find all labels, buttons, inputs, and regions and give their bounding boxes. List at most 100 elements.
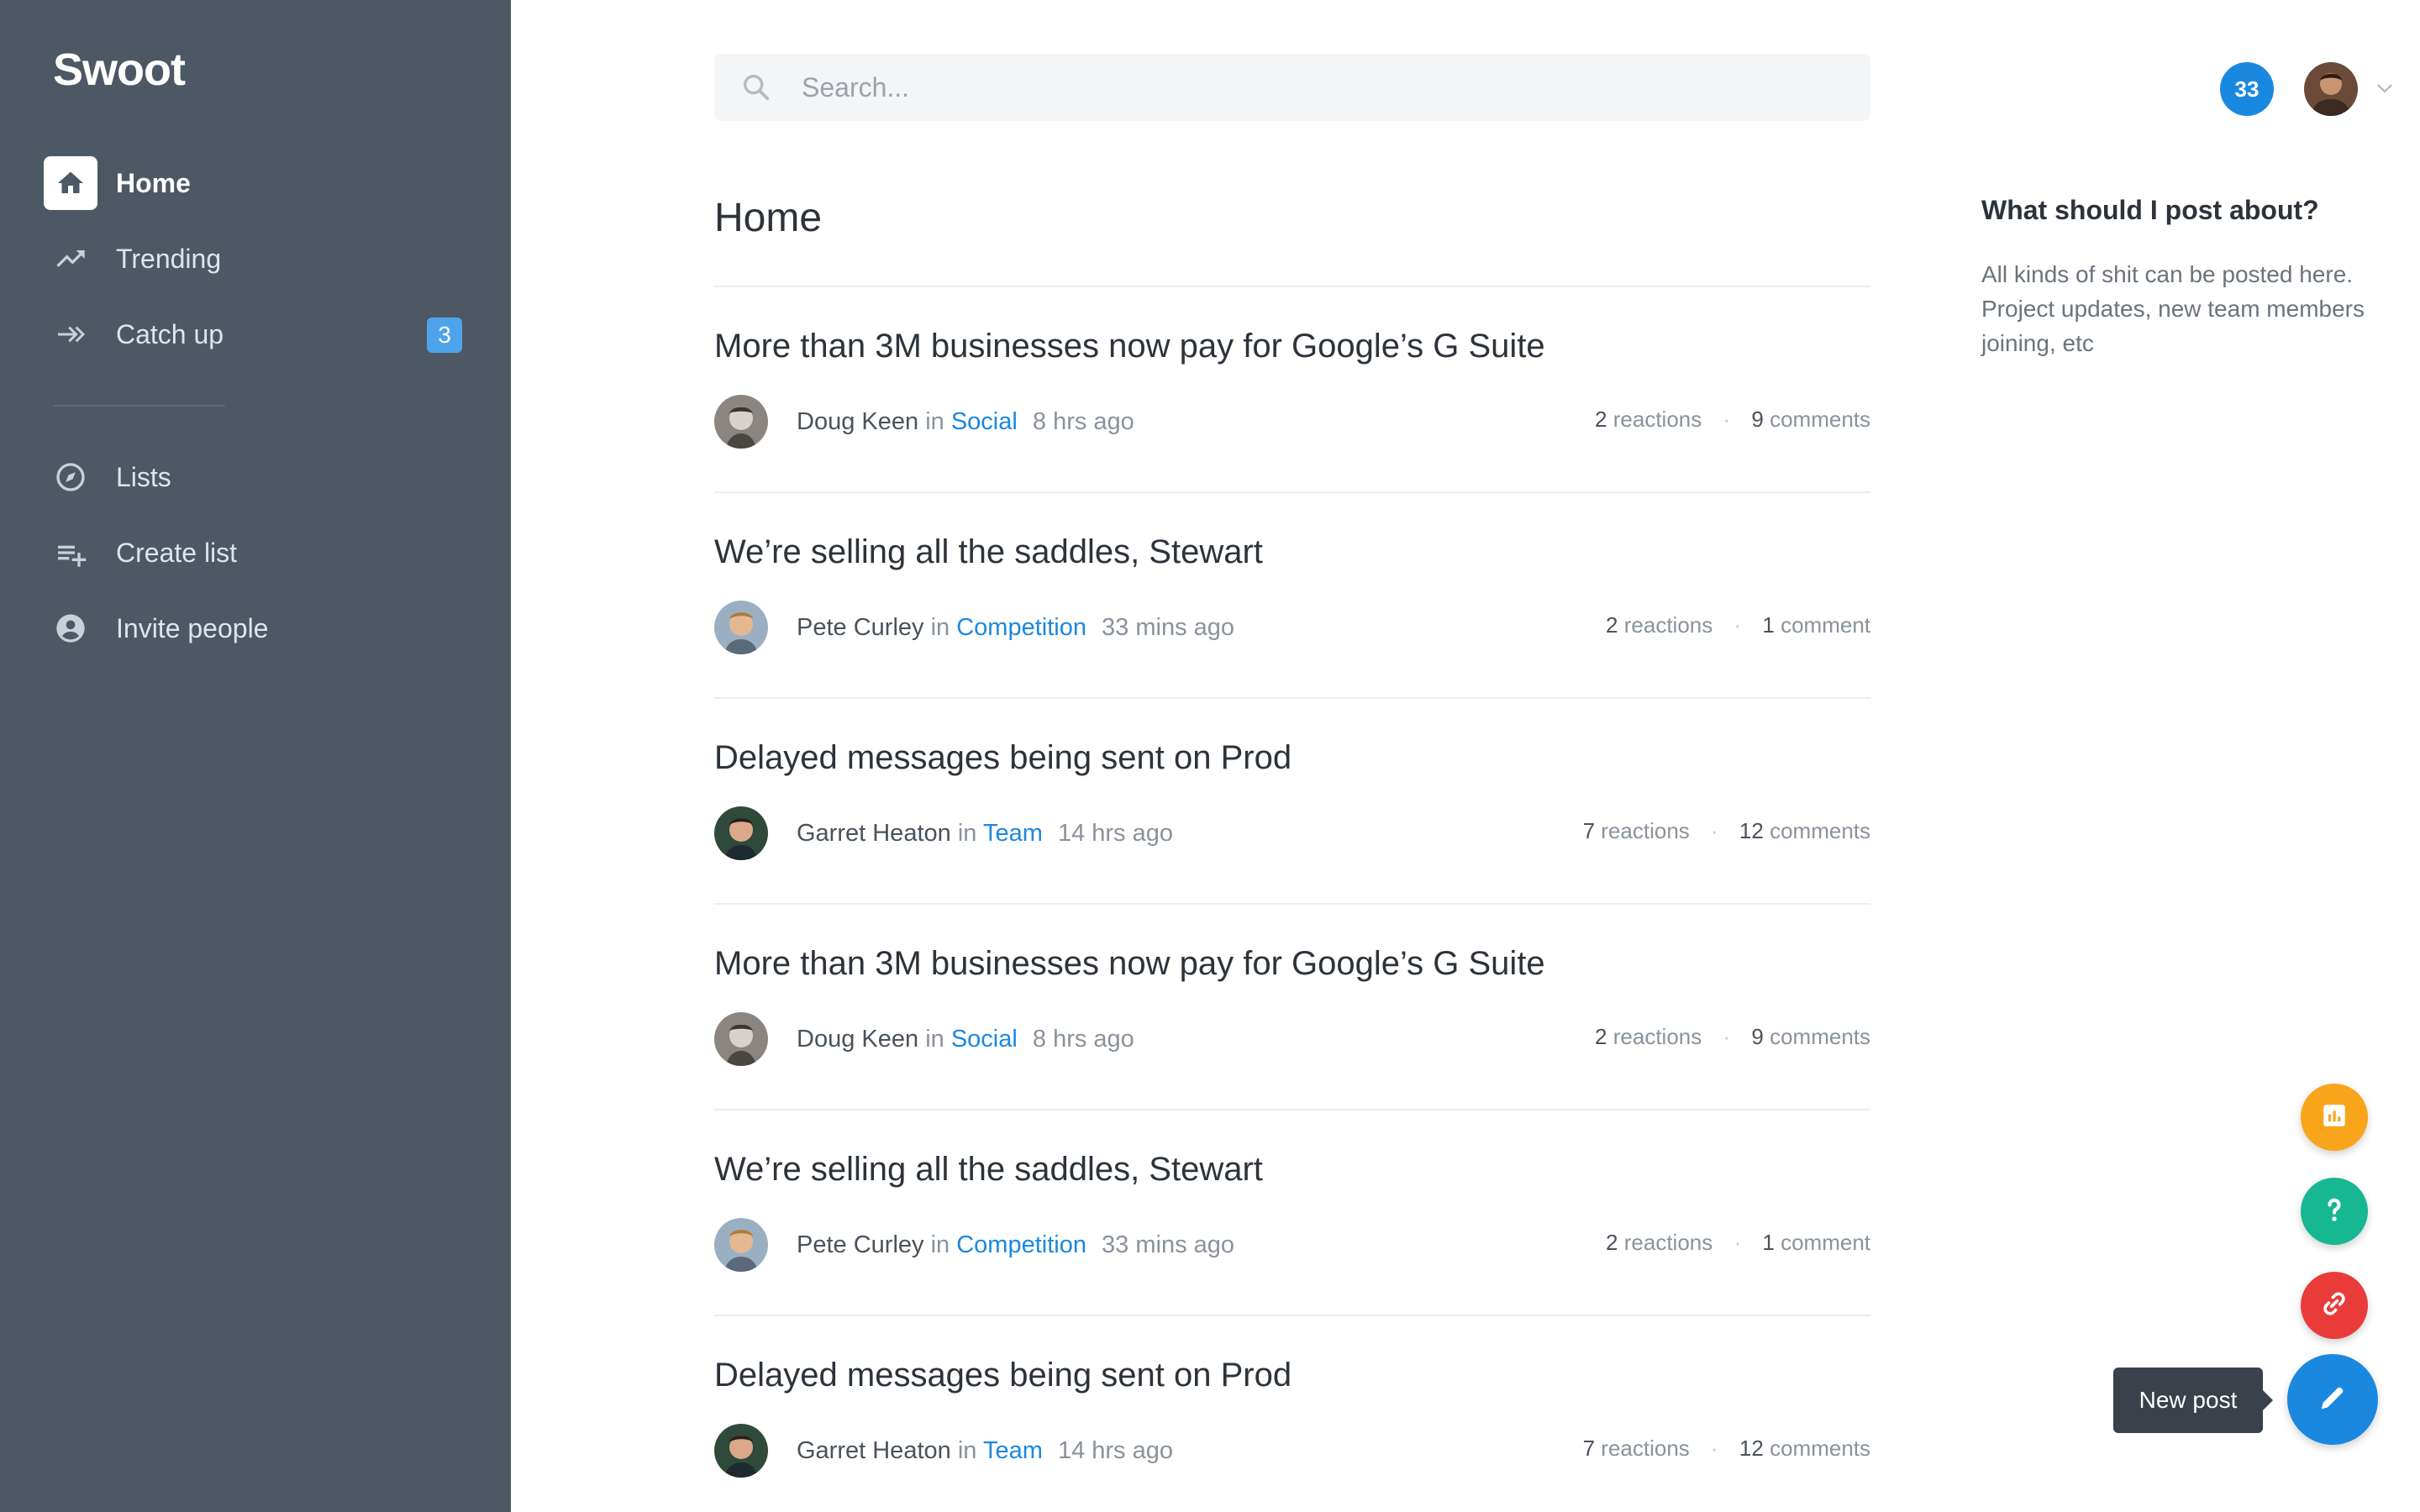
post-author[interactable]: Pete Curley [797, 1231, 924, 1258]
trending-icon [44, 232, 97, 286]
post-channel-link[interactable]: Competition [956, 614, 1086, 641]
post-stats: 2 reactions · 9 comments [1595, 407, 1870, 433]
help-button[interactable] [2301, 1178, 2368, 1245]
new-post-button[interactable] [2287, 1354, 2378, 1445]
link-button[interactable] [2301, 1272, 2368, 1339]
notifications-badge[interactable]: 33 [2220, 62, 2274, 116]
post-meta: Garret Heaton in Team 14 hrs ago [797, 820, 1173, 848]
comments-count: 12 [1739, 818, 1764, 843]
comments-count: 1 [1762, 612, 1775, 638]
reactions-label[interactable]: reactions [1601, 1436, 1690, 1461]
reactions-count: 7 [1582, 818, 1596, 843]
post-author[interactable]: Pete Curley [797, 614, 924, 641]
reactions-count: 2 [1606, 612, 1618, 638]
sidebar-item-label: Create list [116, 537, 238, 568]
post-title[interactable]: We’re selling all the saddles, Stewart [714, 1151, 1263, 1189]
catch-up-icon [44, 307, 97, 361]
post-item[interactable]: We’re selling all the saddles, Stewart P… [714, 491, 1870, 697]
comments-label[interactable]: comments [1770, 1024, 1870, 1049]
chart-button[interactable] [2301, 1084, 2368, 1151]
post-time: 33 mins ago [1102, 1231, 1235, 1258]
post-meta: Doug Keen in Social 8 hrs ago [797, 408, 1134, 436]
reactions-label[interactable]: reactions [1601, 818, 1690, 843]
post-in-label: in [930, 1231, 950, 1258]
author-avatar[interactable] [714, 395, 768, 449]
post-meta: Doug Keen in Social 8 hrs ago [797, 1026, 1134, 1053]
sidebar-item-label: Lists [116, 461, 171, 492]
post-title[interactable]: We’re selling all the saddles, Stewart [714, 533, 1263, 571]
post-item[interactable]: Delayed messages being sent on Prod Garr… [714, 1315, 1870, 1512]
stats-separator: · [1711, 1436, 1718, 1461]
stats-separator: · [1711, 818, 1718, 843]
sidebar-item-invite-people[interactable]: Invite people [44, 601, 472, 655]
reactions-label[interactable]: reactions [1613, 1024, 1702, 1049]
post-channel-link[interactable]: Competition [956, 1231, 1086, 1258]
post-title[interactable]: More than 3M businesses now pay for Goog… [714, 945, 1545, 983]
sidebar-item-label: Trending [116, 243, 222, 274]
author-avatar[interactable] [714, 1218, 768, 1272]
sidebar-item-trending[interactable]: Trending [44, 232, 472, 286]
comments-label[interactable]: comment [1781, 1230, 1870, 1255]
sidebar-item-create-list[interactable]: Create list [44, 526, 472, 580]
post-author[interactable]: Doug Keen [797, 1026, 918, 1053]
sidebar-item-lists[interactable]: Lists [44, 450, 472, 504]
search-bar[interactable] [714, 54, 1870, 121]
reactions-count: 2 [1595, 1024, 1607, 1049]
reactions-count: 2 [1606, 1230, 1618, 1255]
new-post-tooltip: New post [2113, 1368, 2273, 1433]
post-stats: 7 reactions · 12 comments [1583, 1436, 1870, 1462]
post-channel-link[interactable]: Team [983, 820, 1043, 847]
post-item[interactable]: More than 3M businesses now pay for Goog… [714, 903, 1870, 1109]
reactions-label[interactable]: reactions [1613, 407, 1702, 432]
brand-logo[interactable]: Swoot [53, 44, 186, 96]
post-in-label: in [925, 1026, 944, 1053]
author-avatar[interactable] [714, 806, 768, 860]
post-feed: More than 3M businesses now pay for Goog… [714, 286, 1870, 1512]
comments-count: 9 [1751, 407, 1764, 432]
post-item[interactable]: Delayed messages being sent on Prod Garr… [714, 697, 1870, 903]
user-avatar[interactable] [2304, 62, 2358, 116]
post-title[interactable]: More than 3M businesses now pay for Goog… [714, 328, 1545, 365]
comments-label[interactable]: comments [1770, 1436, 1870, 1461]
author-avatar[interactable] [714, 601, 768, 654]
stats-separator: · [1733, 612, 1742, 638]
post-author[interactable]: Garret Heaton [797, 1437, 951, 1464]
post-channel-link[interactable]: Social [951, 1026, 1018, 1053]
comments-label[interactable]: comments [1770, 818, 1870, 843]
comments-count: 9 [1751, 1024, 1764, 1049]
post-time: 33 mins ago [1102, 614, 1235, 641]
post-item[interactable]: We’re selling all the saddles, Stewart P… [714, 1109, 1870, 1315]
post-time: 8 hrs ago [1032, 1026, 1134, 1053]
author-avatar[interactable] [714, 1424, 768, 1478]
reactions-label[interactable]: reactions [1624, 1230, 1713, 1255]
author-avatar[interactable] [714, 1012, 768, 1066]
sidebar-item-catch-up[interactable]: Catch up 3 [44, 307, 472, 361]
comments-label[interactable]: comments [1770, 407, 1870, 432]
post-title[interactable]: Delayed messages being sent on Prod [714, 739, 1292, 777]
post-in-label: in [957, 820, 977, 847]
compass-icon [44, 450, 97, 504]
stats-separator: · [1723, 1024, 1731, 1049]
post-author[interactable]: Garret Heaton [797, 820, 951, 847]
post-meta: Pete Curley in Competition 33 mins ago [797, 1231, 1234, 1259]
post-time: 8 hrs ago [1032, 408, 1134, 435]
post-title[interactable]: Delayed messages being sent on Prod [714, 1357, 1292, 1394]
sidebar-item-home[interactable]: Home [44, 156, 472, 210]
sidebar-divider [53, 405, 225, 407]
post-item[interactable]: More than 3M businesses now pay for Goog… [714, 286, 1870, 491]
search-input[interactable] [802, 71, 1810, 103]
reactions-label[interactable]: reactions [1624, 612, 1713, 638]
stats-separator: · [1733, 1230, 1742, 1255]
post-in-label: in [930, 614, 950, 641]
pencil-icon [2316, 1381, 2349, 1419]
post-author[interactable]: Doug Keen [797, 408, 918, 435]
comments-count: 12 [1739, 1436, 1764, 1461]
post-channel-link[interactable]: Social [951, 408, 1018, 435]
comments-label[interactable]: comment [1781, 612, 1870, 638]
post-channel-link[interactable]: Team [983, 1437, 1043, 1464]
comments-count: 1 [1762, 1230, 1775, 1255]
post-in-label: in [925, 408, 944, 435]
catch-up-badge: 3 [427, 318, 462, 353]
post-time: 14 hrs ago [1057, 1437, 1173, 1464]
chevron-down-icon[interactable] [2375, 81, 2395, 100]
